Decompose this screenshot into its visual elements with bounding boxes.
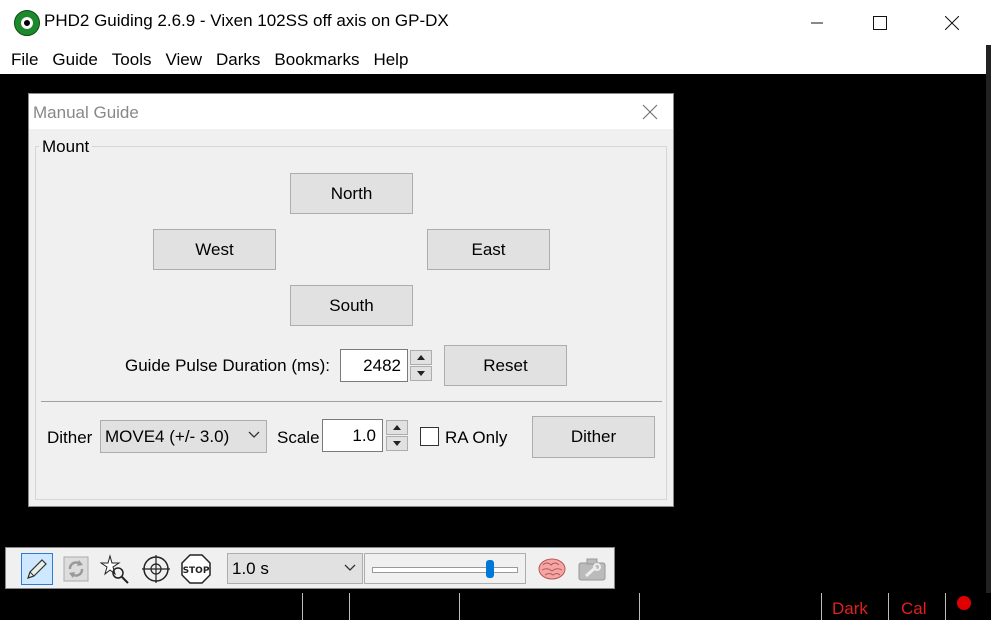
menu-bookmarks[interactable]: Bookmarks — [267, 50, 366, 70]
phd2-app-icon — [14, 10, 40, 36]
maximize-icon — [873, 15, 887, 30]
minimize-button[interactable] — [787, 0, 847, 45]
menu-bar: File Guide Tools View Darks Bookmarks He… — [0, 45, 986, 74]
slider-thumb[interactable] — [486, 560, 495, 578]
pencil-icon — [27, 559, 47, 579]
dither-mode-select[interactable]: MOVE4 (+/- 3.0) — [100, 420, 267, 453]
maximize-button[interactable] — [850, 0, 910, 45]
status-divider — [459, 593, 460, 620]
west-button[interactable]: West — [153, 229, 276, 270]
status-divider — [302, 593, 303, 620]
slider-track — [372, 567, 518, 573]
pulse-duration-label: Guide Pulse Duration (ms): — [125, 356, 331, 375]
north-button[interactable]: North — [290, 173, 413, 214]
loop-icon — [63, 556, 89, 582]
exposure-select[interactable]: 1.0 s — [227, 553, 363, 584]
arrow-up-icon — [417, 355, 425, 360]
connection-status-dot — [957, 596, 971, 610]
dark-status-indicator: Dark — [832, 599, 868, 618]
dialog-separator — [41, 401, 662, 402]
status-divider — [639, 593, 640, 620]
arrow-down-icon — [417, 371, 425, 376]
close-icon — [642, 104, 658, 120]
camera-settings-button[interactable] — [576, 553, 608, 585]
brain-icon — [538, 558, 566, 580]
arrow-up-icon — [393, 425, 401, 430]
dialog-title-bar: Manual Guide — [29, 94, 673, 129]
status-bar: Dark Cal — [0, 593, 991, 620]
menu-tools[interactable]: Tools — [105, 50, 159, 70]
loop-button[interactable] — [60, 553, 92, 585]
scale-label: Scale — [277, 428, 320, 447]
status-divider — [349, 593, 350, 620]
scale-input[interactable]: 1.0 — [322, 419, 383, 452]
arrow-down-icon — [393, 441, 401, 446]
status-divider — [888, 593, 889, 620]
cal-status-indicator: Cal — [901, 599, 927, 618]
pulse-duration-input[interactable]: 2482 — [340, 349, 408, 382]
ra-only-label: RA Only — [445, 428, 508, 447]
mount-group-label: Mount — [39, 137, 93, 157]
guide-button[interactable] — [140, 553, 172, 585]
menu-help[interactable]: Help — [366, 50, 415, 70]
scale-spinner[interactable] — [386, 420, 408, 451]
dither-button[interactable]: Dither — [532, 416, 655, 458]
reset-button[interactable]: Reset — [444, 345, 567, 386]
window-title: PHD2 Guiding 2.6.9 - Vixen 102SS off axi… — [44, 11, 449, 30]
dither-mode-value: MOVE4 (+/- 3.0) — [105, 426, 230, 446]
dialog-close-button[interactable] — [641, 103, 659, 121]
title-bar: PHD2 Guiding 2.6.9 - Vixen 102SS off axi… — [0, 0, 991, 45]
close-window-button[interactable] — [922, 0, 982, 45]
ra-only-checkbox[interactable] — [420, 427, 439, 446]
spin-up-button[interactable] — [410, 350, 432, 365]
menu-darks[interactable]: Darks — [209, 50, 267, 70]
chevron-down-icon — [344, 564, 356, 571]
spin-up-button[interactable] — [386, 420, 408, 435]
main-toolbar: STOP 1.0 s — [5, 547, 615, 589]
pulse-duration-spinner[interactable] — [410, 350, 432, 381]
exposure-value: 1.0 s — [232, 558, 269, 578]
svg-text:STOP: STOP — [183, 566, 210, 576]
star-search-icon — [100, 554, 129, 584]
chevron-down-icon — [248, 431, 260, 438]
gamma-slider[interactable] — [364, 553, 526, 584]
dither-label: Dither — [47, 428, 93, 447]
stop-button[interactable]: STOP — [180, 553, 212, 585]
right-edge-strip — [986, 45, 991, 595]
close-icon — [945, 15, 959, 30]
minimize-icon — [811, 22, 823, 23]
status-divider — [821, 593, 822, 620]
dialog-title: Manual Guide — [33, 103, 139, 122]
menu-view[interactable]: View — [158, 50, 209, 70]
east-button[interactable]: East — [427, 229, 550, 270]
stop-icon: STOP — [181, 554, 211, 584]
auto-select-star-button[interactable] — [99, 553, 131, 585]
manual-guide-dialog: Manual Guide Mount North West East South… — [28, 93, 674, 507]
camera-settings-icon — [578, 558, 606, 581]
spin-down-button[interactable] — [386, 436, 408, 451]
spin-down-button[interactable] — [410, 366, 432, 381]
status-divider — [945, 593, 946, 620]
menu-file[interactable]: File — [0, 50, 45, 70]
manual-guide-tool-button[interactable] — [21, 553, 53, 585]
brain-button[interactable] — [536, 553, 568, 585]
south-button[interactable]: South — [290, 285, 413, 326]
crosshair-icon — [142, 555, 170, 583]
menu-guide[interactable]: Guide — [45, 50, 104, 70]
